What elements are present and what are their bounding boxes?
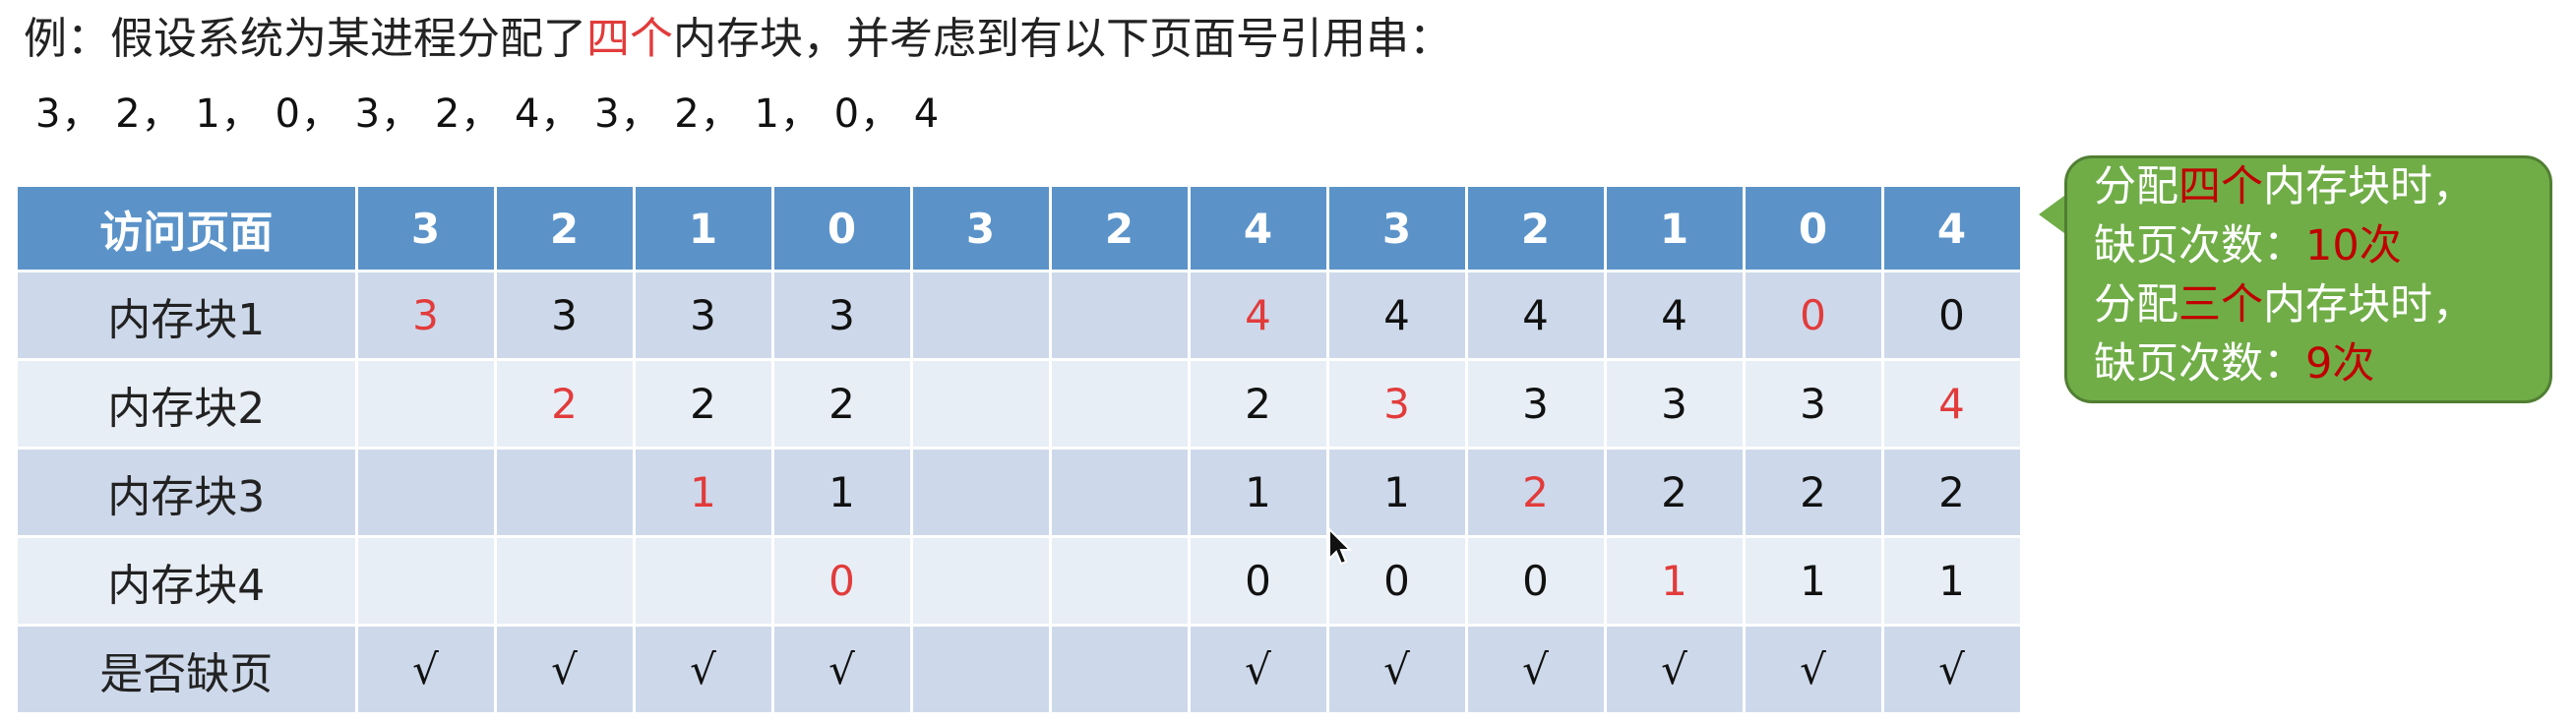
header-page-8: 2 bbox=[1466, 187, 1607, 272]
frame-cell: 3 bbox=[1327, 359, 1468, 450]
frame-cell bbox=[911, 359, 1052, 450]
frame-cell bbox=[911, 448, 1052, 538]
frame-cell: 2 bbox=[1189, 359, 1329, 450]
frame-cell: 3 bbox=[1466, 359, 1607, 450]
header-page-11: 4 bbox=[1882, 187, 2023, 272]
fault-cell bbox=[911, 625, 1052, 715]
header-page-9: 1 bbox=[1605, 187, 1746, 272]
header-page-2: 1 bbox=[634, 187, 774, 272]
frame-cell: 2 bbox=[772, 359, 913, 450]
frame-cell: 1 bbox=[1605, 536, 1746, 627]
fault-cell: √ bbox=[495, 625, 636, 715]
callout-line-4: 缺页次数：9次 bbox=[2094, 339, 2375, 389]
row-label: 是否缺页 bbox=[18, 625, 358, 715]
fault-cell: √ bbox=[1744, 625, 1884, 715]
frame-cell bbox=[1050, 448, 1191, 538]
fault-cell: √ bbox=[1189, 625, 1329, 715]
fault-cell: √ bbox=[1466, 625, 1607, 715]
row-label: 内存块2 bbox=[18, 359, 358, 450]
intro-text: 例：假设系统为某进程分配了四个内存块，并考虑到有以下页面号引用串： bbox=[24, 10, 1452, 69]
frame-cell: 1 bbox=[1744, 536, 1884, 627]
frame-cell: 4 bbox=[1882, 359, 2023, 450]
callout-line-2: 缺页次数：10次 bbox=[2094, 221, 2402, 271]
header-page-5: 2 bbox=[1050, 187, 1191, 272]
frame-cell bbox=[356, 536, 497, 627]
frame-cell: 2 bbox=[1744, 448, 1884, 538]
frame-cell: 0 bbox=[1189, 536, 1329, 627]
fault-cell bbox=[1050, 625, 1191, 715]
header-page-10: 0 bbox=[1744, 187, 1884, 272]
page-reference-string: 3， 2， 1， 0， 3， 2， 4， 3， 2， 1， 0， 4 bbox=[35, 91, 941, 137]
frame-cell: 3 bbox=[356, 271, 497, 361]
callout-line-3: 分配三个内存块时， bbox=[2094, 280, 2475, 330]
frame-cell: 3 bbox=[634, 271, 774, 361]
frame-cell: 1 bbox=[772, 448, 913, 538]
frame-cell bbox=[911, 271, 1052, 361]
table-row: 内存块4 0 0 0 0 1 1 1 bbox=[18, 536, 2023, 627]
frame-cell: 1 bbox=[1189, 448, 1329, 538]
frame-cell: 0 bbox=[1744, 271, 1884, 361]
row-label: 内存块1 bbox=[18, 271, 358, 361]
frame-cell bbox=[911, 536, 1052, 627]
table-row: 内存块1 3 3 3 3 4 4 4 4 0 0 bbox=[18, 271, 2023, 361]
frame-cell: 0 bbox=[1466, 536, 1607, 627]
header-page-0: 3 bbox=[356, 187, 497, 272]
frame-cell: 1 bbox=[1327, 448, 1468, 538]
frame-cell: 4 bbox=[1189, 271, 1329, 361]
frame-cell: 2 bbox=[1605, 448, 1746, 538]
frame-cell bbox=[1050, 359, 1191, 450]
frame-cell: 4 bbox=[1605, 271, 1746, 361]
header-page-3: 0 bbox=[772, 187, 913, 272]
header-page-4: 3 bbox=[911, 187, 1052, 272]
row-label: 内存块3 bbox=[18, 448, 358, 538]
table-row: 内存块2 2 2 2 2 3 3 3 3 4 bbox=[18, 359, 2023, 450]
intro-before: 例：假设系统为某进程分配了 bbox=[24, 14, 586, 64]
header-page-1: 2 bbox=[495, 187, 636, 272]
fault-cell: √ bbox=[772, 625, 913, 715]
frame-cell: 1 bbox=[634, 448, 774, 538]
fault-cell: √ bbox=[1882, 625, 2023, 715]
frame-cell: 3 bbox=[772, 271, 913, 361]
row-label: 内存块4 bbox=[18, 536, 358, 627]
mouse-pointer-icon bbox=[1328, 527, 1353, 566]
callout-line-1: 分配四个内存块时， bbox=[2094, 162, 2475, 211]
frame-cell: 2 bbox=[1466, 448, 1607, 538]
fault-cell: √ bbox=[1327, 625, 1468, 715]
frame-cell: 1 bbox=[1882, 536, 2023, 627]
fault-cell: √ bbox=[356, 625, 497, 715]
header-page-7: 3 bbox=[1327, 187, 1468, 272]
intro-highlight: 四个 bbox=[586, 14, 673, 64]
frame-cell: 3 bbox=[1744, 359, 1884, 450]
frame-cell: 2 bbox=[634, 359, 774, 450]
frame-cell bbox=[356, 448, 497, 538]
frame-cell: 4 bbox=[1466, 271, 1607, 361]
frame-cell: 3 bbox=[1605, 359, 1746, 450]
frame-allocation-table: 访问页面 321032432104 内存块1 3 3 3 3 4 4 4 4 0 0 内存块2 2 2 2 2… bbox=[18, 187, 2023, 715]
fault-cell: √ bbox=[634, 625, 774, 715]
intro-after: 内存块，并考虑到有以下页面号引用串： bbox=[673, 14, 1452, 64]
frame-cell bbox=[495, 536, 636, 627]
frame-cell bbox=[634, 536, 774, 627]
table-header-row: 访问页面 321032432104 bbox=[18, 187, 2023, 272]
header-page-6: 4 bbox=[1189, 187, 1329, 272]
frame-cell bbox=[495, 448, 636, 538]
frame-cell: 2 bbox=[1882, 448, 2023, 538]
header-label: 访问页面 bbox=[18, 187, 358, 272]
frame-cell: 4 bbox=[1327, 271, 1468, 361]
frame-cell: 3 bbox=[495, 271, 636, 361]
frame-cell bbox=[1050, 271, 1191, 361]
frame-cell: 2 bbox=[495, 359, 636, 450]
callout-text: 分配四个内存块时， 缺页次数：10次 分配三个内存块时， 缺页次数：9次 bbox=[2094, 157, 2475, 393]
slide: 例：假设系统为某进程分配了四个内存块，并考虑到有以下页面号引用串： 3， 2， … bbox=[0, 0, 2576, 724]
frame-cell: 0 bbox=[1882, 271, 2023, 361]
frame-cell: 0 bbox=[772, 536, 913, 627]
frame-cell bbox=[356, 359, 497, 450]
table-row: 内存块3 1 1 1 1 2 2 2 2 bbox=[18, 448, 2023, 538]
frame-cell bbox=[1050, 536, 1191, 627]
table-row: 是否缺页 √ √ √ √ √ √ √ √ √ √ bbox=[18, 625, 2023, 715]
fault-cell: √ bbox=[1605, 625, 1746, 715]
